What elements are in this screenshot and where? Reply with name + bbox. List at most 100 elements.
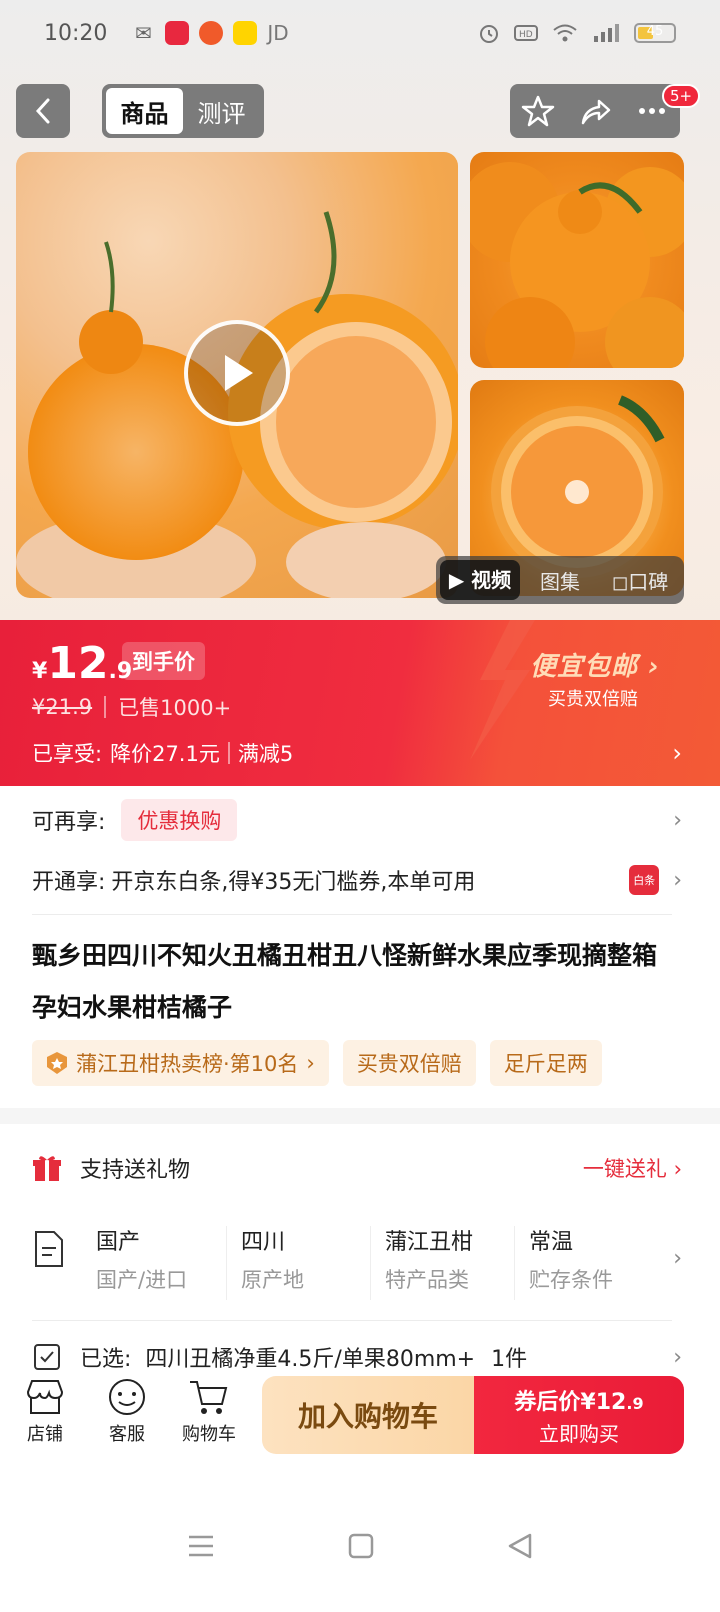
baitiao-icon: 白条	[629, 865, 660, 895]
baitiao-row[interactable]: 开通享: 开京东白条,得¥35无门槛券,本单可用 白条 ›	[32, 860, 682, 900]
price-main: ¥ 12 .9	[32, 638, 132, 689]
play-icon	[225, 355, 253, 391]
media-tab-video-label: 视频	[471, 568, 512, 592]
svg-text:HD: HD	[519, 30, 533, 40]
price-integer: 12	[47, 638, 109, 689]
enjoyed-label: 已享受:	[32, 742, 103, 766]
message-badge: 5+	[662, 84, 701, 108]
signal-icon	[594, 24, 619, 42]
shop-label: 店铺	[27, 1424, 63, 1445]
play-video-button[interactable]	[184, 320, 290, 426]
price-guarantee-chip[interactable]: 买贵双倍赔	[342, 1040, 476, 1086]
share-icon[interactable]	[577, 93, 613, 129]
selected-spec-row[interactable]: 已选: 四川丑橘净重4.5斤/单果80mm+ 1件 ›	[32, 1340, 682, 1374]
more-offers-row[interactable]: 可再享: 优惠换购 ›	[32, 799, 682, 841]
bottom-action-bar: 店铺 客服 购物车 加入购物车 券后价¥12.9 立即购买	[0, 1370, 720, 1470]
service-button[interactable]: 客服	[92, 1378, 162, 1446]
document-icon	[35, 1231, 63, 1267]
price-secondary: ¥21.9 已售1000+	[32, 692, 231, 722]
buy-price-line: 券后价¥12.9	[474, 1384, 684, 1416]
selected-label: 已选:	[80, 1347, 132, 1372]
ranking-chip[interactable]: 蒲江丑柑热卖榜·第10名 ›	[32, 1040, 329, 1086]
enjoyed-discounts[interactable]: 已享受: 降价27.1元 满减5 ›	[32, 738, 682, 768]
cart-label: 购物车	[182, 1424, 236, 1445]
final-price-tag: 到手价	[122, 642, 205, 680]
alarm-icon	[480, 25, 498, 43]
add-to-cart-button[interactable]: 加入购物车	[262, 1376, 474, 1454]
wechat-icon: ✉	[135, 21, 152, 45]
gift-label: 支持送礼物	[80, 1158, 191, 1183]
ranking-chip-label: 蒲江丑柑热卖榜·第10名	[76, 1052, 299, 1076]
open-label: 开通享:	[32, 870, 106, 895]
attr-key: 国产/进口	[96, 1268, 188, 1292]
menu-icon[interactable]	[186, 1533, 216, 1559]
chevron-right-icon: ›	[673, 807, 682, 833]
app-yellow-icon	[233, 21, 258, 45]
tab-product[interactable]: 商品	[106, 88, 183, 134]
promo-subtitle: 买贵双倍赔	[548, 689, 638, 710]
orange-thumbnail-1	[470, 162, 684, 368]
gift-icon	[33, 1156, 61, 1181]
divider	[227, 742, 230, 764]
promo-title-text: 便宜包邮	[530, 652, 639, 682]
favorite-star-icon[interactable]	[520, 93, 556, 129]
hd-icon: HD	[514, 25, 538, 41]
media-tabs: ▶ 视频 图集 ◻口碑	[436, 556, 684, 604]
attr-origin-place: 四川 原产地	[226, 1226, 370, 1300]
divider	[32, 914, 672, 915]
buy-price: 券后价¥12	[514, 1390, 627, 1415]
attr-key: 贮存条件	[529, 1268, 613, 1292]
attr-value: 常温	[529, 1230, 574, 1255]
open-text: 开京东白条,得¥35无门槛券,本单可用	[111, 870, 476, 895]
status-bar: 10:20 ✉ JD HD 45	[0, 0, 720, 66]
buy-now-button[interactable]: 券后价¥12.9 立即购买	[474, 1376, 684, 1454]
attr-value: 四川	[241, 1230, 286, 1255]
exchange-offer-pill[interactable]: 优惠换购	[121, 799, 238, 841]
chevron-right-icon: ›	[673, 867, 682, 893]
buy-now-label: 立即购买	[539, 1422, 619, 1446]
promo-title: 便宜包邮 ›	[530, 652, 660, 682]
rank-badge-icon	[47, 1052, 67, 1074]
gift-row[interactable]: 支持送礼物 一键送礼 ›	[32, 1150, 682, 1186]
chevron-right-icon: ›	[306, 1051, 315, 1075]
product-attributes[interactable]: 国产 国产/进口 四川 原产地 蒲江丑柑 特产品类 常温 贮存条件 ›	[32, 1226, 682, 1300]
buy-price-decimal: .9	[626, 1394, 644, 1413]
tab-review[interactable]: 测评	[183, 88, 260, 134]
enjoyed-extra: 满减5	[237, 742, 294, 766]
attr-value: 国产	[96, 1230, 141, 1255]
more-offers-label: 可再享:	[32, 810, 106, 835]
full-weight-chip[interactable]: 足斤足两	[489, 1040, 602, 1086]
thumbnail-image-1[interactable]	[470, 152, 684, 368]
enjoyed-discount: 降价27.1元	[110, 742, 220, 766]
system-navigation	[0, 1480, 720, 1612]
home-icon[interactable]	[347, 1532, 375, 1560]
chevron-right-icon: ›	[672, 739, 682, 767]
divider	[104, 696, 107, 718]
attr-storage: 常温 贮存条件	[514, 1226, 624, 1300]
customer-service-icon	[109, 1379, 145, 1415]
status-app-icons: ✉ JD	[131, 21, 289, 45]
cart-icon	[190, 1381, 228, 1414]
divider	[32, 1320, 672, 1321]
media-tab-video[interactable]: ▶ 视频	[440, 560, 520, 600]
jd-app-label: JD	[267, 21, 289, 45]
promo-block[interactable]: 便宜包邮 › 买贵双倍赔	[530, 646, 660, 711]
nav-actions	[510, 84, 680, 138]
battery-icon: 45	[634, 23, 676, 43]
cart-button[interactable]: 购物车	[174, 1378, 244, 1446]
original-price: ¥21.9	[32, 695, 93, 719]
app-red-icon	[165, 21, 190, 45]
product-title: 甄乡田四川不知火丑橘丑柑丑八怪新鲜水果应季现摘整箱孕妇水果柑桔橘子	[32, 941, 658, 1022]
shop-button[interactable]: 店铺	[10, 1378, 80, 1446]
media-tab-reviews[interactable]: ◻口碑	[600, 566, 680, 595]
send-gift-link-text: 一键送礼	[582, 1157, 667, 1181]
media-tab-gallery[interactable]: 图集	[520, 566, 600, 595]
attr-category: 蒲江丑柑 特产品类	[370, 1226, 514, 1300]
price-currency: ¥	[32, 659, 48, 684]
send-gift-link[interactable]: 一键送礼 ›	[583, 1153, 682, 1183]
back-triangle-icon[interactable]	[506, 1532, 534, 1560]
sold-count: 已售1000+	[118, 696, 232, 720]
back-button[interactable]	[16, 84, 70, 138]
chevron-right-icon: ›	[673, 1344, 682, 1370]
attr-key: 原产地	[241, 1268, 304, 1292]
